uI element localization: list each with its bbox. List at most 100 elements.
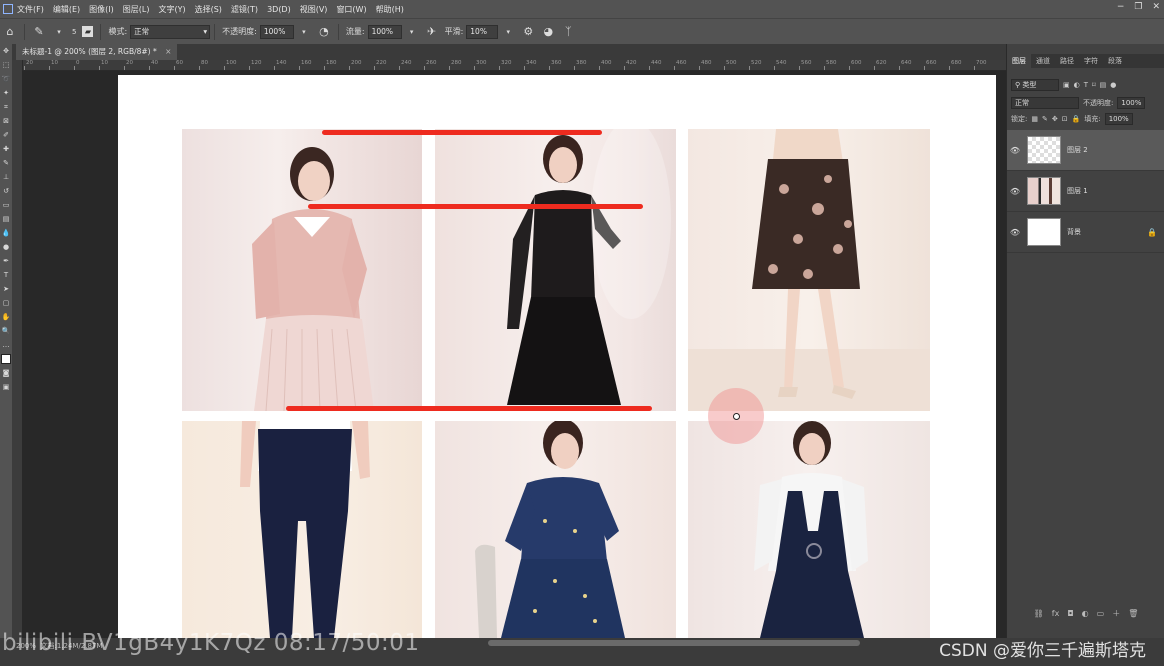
close-window-icon[interactable]: ✕: [1152, 2, 1160, 12]
menu-file[interactable]: 文件(F): [17, 4, 44, 15]
chevron-down-icon[interactable]: ▾: [405, 25, 419, 39]
menu-type[interactable]: 文字(Y): [158, 4, 185, 15]
smoothing-input[interactable]: 10%: [466, 24, 499, 39]
ruler-tick-label: 300: [476, 60, 487, 66]
quick-select-tool-icon[interactable]: ✦: [0, 86, 12, 100]
brush-tool-icon[interactable]: ✎: [32, 25, 46, 39]
menu-select[interactable]: 选择(S): [195, 4, 222, 15]
fill-input[interactable]: 100%: [1104, 113, 1133, 125]
ruler-tick-label: 460: [676, 60, 687, 66]
gradient-tool-icon[interactable]: ▤: [0, 212, 12, 226]
type-tool-icon[interactable]: T: [0, 268, 12, 282]
home-icon[interactable]: ⌂: [3, 25, 17, 39]
layer-filter-select[interactable]: ⚲ 类型: [1011, 79, 1059, 91]
layer-row[interactable]: 👁 图层 2: [1007, 130, 1164, 171]
brush-size-value[interactable]: 5: [72, 28, 76, 36]
group-icon[interactable]: ▭: [1097, 609, 1105, 618]
filter-pixel-icon[interactable]: ▣: [1063, 81, 1070, 89]
screen-mode-icon[interactable]: ▣: [0, 380, 12, 394]
eye-icon[interactable]: 👁: [1007, 187, 1023, 196]
history-brush-tool-icon[interactable]: ↺: [0, 184, 12, 198]
eye-icon[interactable]: 👁: [1007, 228, 1023, 237]
opacity-input[interactable]: 100%: [259, 24, 294, 39]
lasso-tool-icon[interactable]: ➰: [0, 72, 12, 86]
chevron-down-icon[interactable]: ▾: [501, 25, 515, 39]
horizontal-ruler: 20 10 0 10 20 40 60 80 100 120 140 160 180 200 220 240 2…: [22, 60, 1006, 71]
layer-row[interactable]: 👁 背景 🔒: [1007, 212, 1164, 253]
eye-icon[interactable]: 👁: [1007, 146, 1023, 155]
more-tools-icon[interactable]: …: [0, 338, 12, 352]
healing-tool-icon[interactable]: ✚: [0, 142, 12, 156]
filter-toggle-icon[interactable]: ●: [1110, 81, 1116, 89]
airbrush-icon[interactable]: ✈: [425, 25, 439, 39]
stamp-tool-icon[interactable]: ⊥: [0, 170, 12, 184]
menu-edit[interactable]: 编辑(E): [53, 4, 80, 15]
tab-channels[interactable]: 通道: [1031, 54, 1055, 68]
link-icon[interactable]: ⛓: [1034, 609, 1044, 618]
brush-settings-icon[interactable]: ▰: [82, 26, 94, 37]
filter-smart-icon[interactable]: ▤: [1100, 81, 1107, 89]
menu-image[interactable]: 图像(I): [89, 4, 114, 15]
menu-window[interactable]: 窗口(W): [336, 4, 366, 15]
mask-icon[interactable]: ◘: [1067, 609, 1073, 618]
layer-opacity-input[interactable]: 100%: [1117, 97, 1146, 109]
trash-icon[interactable]: 🗑: [1128, 609, 1138, 618]
shape-tool-icon[interactable]: ▢: [0, 296, 12, 310]
dodge-tool-icon[interactable]: ●: [0, 240, 12, 254]
canvas-workspace[interactable]: [22, 71, 1006, 638]
symmetry-icon[interactable]: ᛉ: [561, 25, 575, 39]
eraser-tool-icon[interactable]: ▭: [0, 198, 12, 212]
frame-tool-icon[interactable]: ⊠: [0, 114, 12, 128]
lock-transparent-icon[interactable]: ▦: [1031, 115, 1038, 123]
horizontal-scrollbar[interactable]: [488, 640, 860, 646]
pen-tool-icon[interactable]: ✒: [0, 254, 12, 268]
lock-paint-icon[interactable]: ✎: [1042, 115, 1048, 123]
crop-tool-icon[interactable]: ⌗: [0, 100, 12, 114]
chevron-down-icon[interactable]: ▾: [52, 25, 66, 39]
tab-layers[interactable]: 图层: [1007, 54, 1031, 68]
quick-mask-icon[interactable]: ◙: [0, 366, 12, 380]
menu-layer[interactable]: 图层(L): [123, 4, 150, 15]
move-tool-icon[interactable]: ✥: [0, 44, 12, 58]
blur-tool-icon[interactable]: 💧: [0, 226, 12, 240]
menu-help[interactable]: 帮助(H): [376, 4, 404, 15]
brush-tool-icon[interactable]: ✎: [0, 156, 12, 170]
foreground-color-swatch[interactable]: [0, 352, 12, 366]
menu-filter[interactable]: 滤镜(T): [231, 4, 258, 15]
hand-tool-icon[interactable]: ✋: [0, 310, 12, 324]
minimize-icon[interactable]: −: [1117, 2, 1125, 12]
document-canvas[interactable]: [118, 75, 996, 638]
zoom-tool-icon[interactable]: 🔍: [0, 324, 12, 338]
tab-paragraph[interactable]: 段落: [1103, 54, 1127, 68]
close-tab-icon[interactable]: ×: [165, 47, 171, 56]
eyedropper-tool-icon[interactable]: ✐: [0, 128, 12, 142]
menu-view[interactable]: 视图(V): [300, 4, 328, 15]
menu-3d[interactable]: 3D(D): [267, 5, 291, 14]
tab-paths[interactable]: 路径: [1055, 54, 1079, 68]
pressure-size-icon[interactable]: ◕: [541, 25, 555, 39]
restore-icon[interactable]: ❐: [1134, 2, 1142, 12]
gear-icon[interactable]: ⚙: [521, 25, 535, 39]
layer-row[interactable]: 👁 图层 1: [1007, 171, 1164, 212]
filter-type-icon[interactable]: T: [1084, 81, 1088, 89]
new-layer-icon[interactable]: ＋: [1112, 608, 1120, 619]
marquee-tool-icon[interactable]: ⬚: [0, 58, 12, 72]
pressure-opacity-icon[interactable]: ◔: [317, 25, 331, 39]
document-tab[interactable]: 未标题-1 @ 200% (图层 2, RGB/8#) * ×: [16, 44, 178, 60]
filter-adjust-icon[interactable]: ◐: [1074, 81, 1080, 89]
photoshop-logo-icon[interactable]: [3, 4, 13, 14]
lock-move-icon[interactable]: ✥: [1052, 115, 1058, 123]
lock-artboard-icon[interactable]: ⊡: [1062, 115, 1068, 123]
ruler-tick-label: 280: [451, 60, 462, 66]
path-select-tool-icon[interactable]: ➤: [0, 282, 12, 296]
fx-icon[interactable]: fx: [1052, 609, 1060, 618]
filter-shape-icon[interactable]: ⌑: [1092, 81, 1096, 89]
mode-select[interactable]: 正常 ▾: [130, 24, 211, 39]
ruler-tick-mark: [899, 66, 900, 70]
blend-mode-select[interactable]: 正常: [1011, 97, 1079, 109]
flow-input[interactable]: 100%: [367, 24, 402, 39]
lock-all-icon[interactable]: 🔒: [1072, 115, 1081, 123]
chevron-down-icon[interactable]: ▾: [297, 25, 311, 39]
adjustment-icon[interactable]: ◐: [1082, 609, 1089, 618]
tab-character[interactable]: 字符: [1079, 54, 1103, 68]
